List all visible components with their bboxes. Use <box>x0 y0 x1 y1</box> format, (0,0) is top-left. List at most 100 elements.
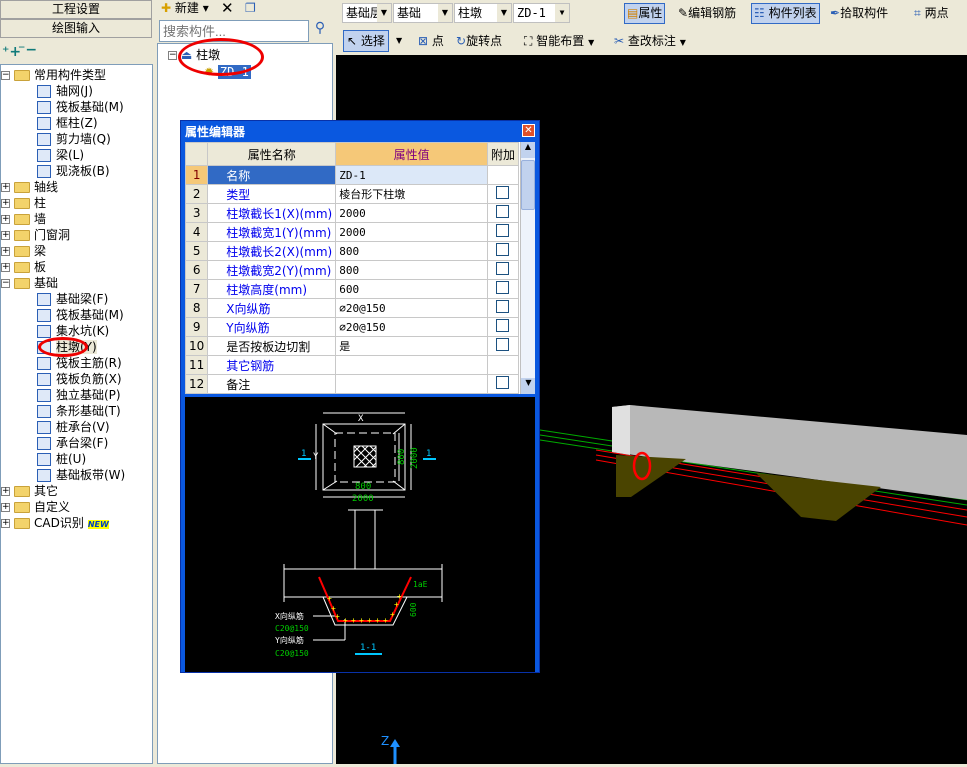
project-settings-button[interactable]: 工程设置 <box>0 0 152 19</box>
component-select[interactable]: ZD-1 ▼ <box>513 3 570 23</box>
tree-item[interactable]: + 板 <box>1 259 46 275</box>
copy-icon[interactable]: ❐ <box>245 0 256 19</box>
pick-component-button[interactable]: ✒拾取构件 <box>830 2 888 24</box>
property-value[interactable]: 2000 <box>335 203 488 223</box>
extra-checkbox[interactable] <box>496 262 510 275</box>
tree-item[interactable]: + CAD识别 NEW <box>1 515 109 531</box>
tree-item[interactable]: 筏板基础(M) <box>37 307 124 323</box>
extra-cell[interactable] <box>486 203 520 223</box>
rotate-point-button[interactable]: ↻旋转点 <box>456 30 502 52</box>
extra-cell[interactable] <box>486 222 520 242</box>
tree-item[interactable]: 桩(U) <box>37 451 86 467</box>
tree-item[interactable]: 框柱(Z) <box>37 115 98 131</box>
tree-item[interactable]: + 梁 <box>1 243 46 259</box>
tree-item[interactable]: 条形基础(T) <box>37 403 121 419</box>
two-points-button[interactable]: ⌗ 两点 <box>914 2 949 24</box>
close-icon[interactable]: ✕ <box>522 124 535 137</box>
property-value[interactable]: 是 <box>335 336 488 356</box>
scroll-down-icon[interactable]: ▼ <box>521 378 535 394</box>
tree-item[interactable]: 现浇板(B) <box>37 163 110 179</box>
extra-cell[interactable] <box>486 374 520 394</box>
property-value[interactable]: 800 <box>335 241 488 261</box>
extra-checkbox[interactable] <box>496 300 510 313</box>
property-row[interactable]: 9 Y向纵筋 ⌀20@150 <box>185 317 520 337</box>
tree-item[interactable]: 筏板负筋(X) <box>37 371 122 387</box>
tree-item[interactable]: 轴网(J) <box>37 83 93 99</box>
expand-icon[interactable]: + <box>1 519 10 528</box>
tree-item[interactable]: 独立基础(P) <box>37 387 121 403</box>
extra-cell[interactable] <box>486 298 520 318</box>
tree-item[interactable]: + 其它 <box>1 483 58 499</box>
tree-item[interactable]: + 柱 <box>1 195 46 211</box>
extra-checkbox[interactable] <box>496 224 510 237</box>
tree-item[interactable]: 桩承台(V) <box>37 419 110 435</box>
expand-icon[interactable]: + <box>1 183 10 192</box>
property-row[interactable]: 11 其它钢筋 <box>185 355 520 375</box>
extra-checkbox[interactable] <box>496 205 510 218</box>
extra-cell[interactable] <box>486 241 520 261</box>
vertical-scrollbar[interactable]: ▲ ▼ <box>520 142 535 394</box>
tree-item[interactable]: + 自定义 <box>1 499 70 515</box>
tree-item[interactable]: + 门窗洞 <box>1 227 70 243</box>
extra-checkbox[interactable] <box>496 281 510 294</box>
collapse-icon[interactable]: − <box>1 71 10 80</box>
extra-checkbox[interactable] <box>496 243 510 256</box>
component-list-button[interactable]: ☷ 构件列表 <box>751 3 820 24</box>
delete-icon[interactable]: ✕ <box>221 0 234 19</box>
property-row[interactable]: 1 名称 ZD-1 <box>185 165 520 185</box>
collapse-icon[interactable]: − <box>1 279 10 288</box>
property-value[interactable]: ⌀20@150 <box>335 317 488 337</box>
expand-icon[interactable]: + <box>1 215 10 224</box>
property-value[interactable]: 棱台形下柱墩 <box>335 184 488 204</box>
property-row[interactable]: 6 柱墩截宽2(Y)(mm) 800 <box>185 260 520 280</box>
extra-cell[interactable] <box>486 184 520 204</box>
property-row[interactable]: 4 柱墩截宽1(Y)(mm) 2000 <box>185 222 520 242</box>
expand-icon[interactable]: + <box>1 231 10 240</box>
type-select[interactable]: 柱墩 ▼ <box>454 3 512 23</box>
scroll-thumb[interactable] <box>521 160 535 210</box>
select-dropdown-icon[interactable]: ▼ <box>396 30 402 52</box>
select-button[interactable]: ↖ 选择 <box>343 30 389 52</box>
search-icon[interactable]: ⚲ <box>310 20 330 42</box>
extra-checkbox[interactable] <box>496 376 510 389</box>
property-value[interactable]: 800 <box>335 260 488 280</box>
collapse-all-icon[interactable]: ⁻− <box>18 42 37 58</box>
extra-cell[interactable] <box>486 336 520 356</box>
smart-layout-button[interactable]: ⛶ 智能布置 ▼ <box>524 30 594 52</box>
expand-icon[interactable]: + <box>1 247 10 256</box>
property-row[interactable]: 2 类型 棱台形下柱墩 <box>185 184 520 204</box>
drawing-input-button[interactable]: 绘图输入 <box>0 19 152 38</box>
property-row[interactable]: 5 柱墩截长2(X)(mm) 800 <box>185 241 520 261</box>
tree-item[interactable]: 基础板带(W) <box>37 467 125 483</box>
tree-item[interactable]: 剪力墙(Q) <box>37 131 111 147</box>
expand-icon[interactable]: + <box>1 487 10 496</box>
tree-item[interactable]: 基础梁(F) <box>37 291 108 307</box>
tree-item[interactable]: 集水坑(K) <box>37 323 109 339</box>
property-value[interactable]: ⌀20@150 <box>335 298 488 318</box>
tree-item[interactable]: 筏板主筋(R) <box>37 355 122 371</box>
property-grid[interactable]: 属性名称 属性值 附加 1 名称 ZD-1 2 类型 棱台形下柱墩 3 柱墩截长… <box>185 142 535 394</box>
property-value[interactable]: ZD-1 <box>335 165 488 185</box>
edit-rebar-button[interactable]: ✎编辑钢筋 <box>678 2 736 24</box>
collapse-icon[interactable]: − <box>168 51 177 60</box>
tree-item[interactable]: + 墙 <box>1 211 46 227</box>
property-row[interactable]: 3 柱墩截长1(X)(mm) 2000 <box>185 203 520 223</box>
new-button[interactable]: ✚ 新建 ▾ <box>161 0 209 19</box>
expand-icon[interactable]: + <box>1 199 10 208</box>
tree-item[interactable]: − 基础 <box>1 275 58 291</box>
tree-item[interactable]: 梁(L) <box>37 147 84 163</box>
tree-item[interactable]: − 常用构件类型 <box>1 67 106 83</box>
scroll-up-icon[interactable]: ▲ <box>521 142 535 158</box>
expand-icon[interactable]: + <box>1 263 10 272</box>
extra-checkbox[interactable] <box>496 319 510 332</box>
component-type-tree[interactable]: − 常用构件类型 轴网(J) 筏板基础(M) 框柱(Z) 剪力墙(Q) 梁(L) 现浇板(B)… <box>0 64 153 764</box>
property-row[interactable]: 12 备注 <box>185 374 520 394</box>
extra-cell[interactable] <box>486 260 520 280</box>
expand-icon[interactable]: + <box>1 503 10 512</box>
tree-item[interactable]: 筏板基础(M) <box>37 99 124 115</box>
extra-checkbox[interactable] <box>496 338 510 351</box>
tree-item[interactable]: + 轴线 <box>1 179 58 195</box>
property-value[interactable] <box>335 374 488 394</box>
point-button[interactable]: ⊠ 点 <box>418 30 444 52</box>
property-value[interactable] <box>335 355 488 375</box>
